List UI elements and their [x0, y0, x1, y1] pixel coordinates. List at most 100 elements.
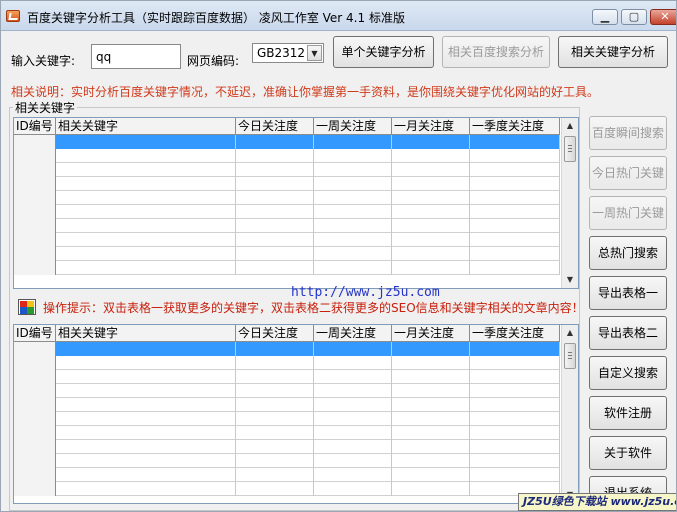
- table-row[interactable]: [14, 426, 560, 440]
- table-cell[interactable]: [56, 468, 236, 482]
- table-cell[interactable]: [56, 149, 236, 163]
- table-cell[interactable]: [392, 149, 470, 163]
- side-button-8[interactable]: 软件注册: [589, 396, 667, 430]
- table-cell[interactable]: [392, 454, 470, 468]
- table-cell[interactable]: [470, 342, 560, 356]
- column-header[interactable]: ID编号: [14, 325, 56, 341]
- keyword-table-1[interactable]: ID编号 相关关键字 今日关注度 一周关注度 一月关注度 一季度关注度 ▲ ▼: [13, 117, 579, 289]
- table-cell[interactable]: [236, 219, 314, 233]
- scroll-thumb[interactable]: [564, 136, 576, 162]
- table-cell[interactable]: [14, 342, 56, 356]
- related-baidu-analysis-button[interactable]: 相关百度搜索分析: [442, 36, 550, 68]
- table-cell[interactable]: [314, 261, 392, 275]
- keyword-input[interactable]: [91, 44, 181, 69]
- table-cell[interactable]: [56, 342, 236, 356]
- table-cell[interactable]: [392, 219, 470, 233]
- table-cell[interactable]: [236, 356, 314, 370]
- table-cell[interactable]: [314, 205, 392, 219]
- table-cell[interactable]: [314, 454, 392, 468]
- maximize-button[interactable]: ▢: [621, 9, 647, 25]
- table-cell[interactable]: [236, 205, 314, 219]
- table-cell[interactable]: [314, 177, 392, 191]
- table-row[interactable]: [14, 163, 560, 177]
- table-cell[interactable]: [470, 384, 560, 398]
- table-cell[interactable]: [56, 233, 236, 247]
- table-cell[interactable]: [314, 135, 392, 149]
- table-cell[interactable]: [14, 454, 56, 468]
- table-cell[interactable]: [392, 356, 470, 370]
- scroll-down-icon[interactable]: ▼: [562, 272, 578, 288]
- close-button[interactable]: ✕: [650, 9, 676, 25]
- column-header[interactable]: 一周关注度: [314, 325, 392, 341]
- table-cell[interactable]: [56, 247, 236, 261]
- table-cell[interactable]: [392, 205, 470, 219]
- table-cell[interactable]: [314, 191, 392, 205]
- table-cell[interactable]: [470, 426, 560, 440]
- table-cell[interactable]: [314, 233, 392, 247]
- table-cell[interactable]: [14, 135, 56, 149]
- table-cell[interactable]: [314, 398, 392, 412]
- table-cell[interactable]: [14, 261, 56, 275]
- side-button-6[interactable]: 导出表格二: [589, 316, 667, 350]
- table-cell[interactable]: [56, 482, 236, 496]
- column-header[interactable]: 今日关注度: [236, 325, 314, 341]
- table-cell[interactable]: [236, 233, 314, 247]
- table-cell[interactable]: [314, 384, 392, 398]
- side-button-3[interactable]: 一周热门关键: [589, 196, 667, 230]
- table-cell[interactable]: [392, 482, 470, 496]
- table-cell[interactable]: [56, 356, 236, 370]
- table-cell[interactable]: [14, 219, 56, 233]
- table-cell[interactable]: [392, 370, 470, 384]
- table-cell[interactable]: [392, 163, 470, 177]
- table-cell[interactable]: [470, 219, 560, 233]
- table-cell[interactable]: [470, 454, 560, 468]
- selected-table-row[interactable]: [14, 342, 560, 356]
- table-cell[interactable]: [470, 233, 560, 247]
- table-cell[interactable]: [470, 356, 560, 370]
- minimize-button[interactable]: ▁: [592, 9, 618, 25]
- table-cell[interactable]: [392, 384, 470, 398]
- column-header[interactable]: 一月关注度: [392, 325, 470, 341]
- table-row[interactable]: [14, 482, 560, 496]
- table-row[interactable]: [14, 454, 560, 468]
- column-header[interactable]: 相关关键字: [56, 325, 236, 341]
- table-cell[interactable]: [314, 468, 392, 482]
- scroll-thumb[interactable]: [564, 343, 576, 369]
- table-cell[interactable]: [470, 177, 560, 191]
- table-cell[interactable]: [236, 135, 314, 149]
- table-cell[interactable]: [470, 261, 560, 275]
- table-cell[interactable]: [314, 426, 392, 440]
- table-row[interactable]: [14, 384, 560, 398]
- selected-table-row[interactable]: [14, 135, 560, 149]
- table-cell[interactable]: [56, 163, 236, 177]
- table-cell[interactable]: [236, 398, 314, 412]
- table-row[interactable]: [14, 247, 560, 261]
- table-cell[interactable]: [236, 370, 314, 384]
- table-cell[interactable]: [314, 482, 392, 496]
- table-cell[interactable]: [470, 247, 560, 261]
- table-cell[interactable]: [56, 261, 236, 275]
- table-cell[interactable]: [470, 205, 560, 219]
- column-header[interactable]: 相关关键字: [56, 118, 236, 134]
- table-row[interactable]: [14, 149, 560, 163]
- table-cell[interactable]: [392, 468, 470, 482]
- table-cell[interactable]: [56, 205, 236, 219]
- table-cell[interactable]: [56, 370, 236, 384]
- table-cell[interactable]: [470, 440, 560, 454]
- table-cell[interactable]: [14, 370, 56, 384]
- table-cell[interactable]: [14, 482, 56, 496]
- single-keyword-analysis-button[interactable]: 单个关键字分析: [333, 36, 434, 68]
- column-header[interactable]: 一月关注度: [392, 118, 470, 134]
- side-button-4[interactable]: 总热门搜索: [589, 236, 667, 270]
- table-cell[interactable]: [470, 468, 560, 482]
- table-cell[interactable]: [392, 135, 470, 149]
- table-row[interactable]: [14, 356, 560, 370]
- table-cell[interactable]: [470, 370, 560, 384]
- website-link[interactable]: http://www.jz5u.com: [291, 285, 440, 300]
- table-cell[interactable]: [14, 426, 56, 440]
- table-cell[interactable]: [14, 191, 56, 205]
- table-cell[interactable]: [236, 426, 314, 440]
- table-row[interactable]: [14, 205, 560, 219]
- table-cell[interactable]: [236, 163, 314, 177]
- table-cell[interactable]: [14, 468, 56, 482]
